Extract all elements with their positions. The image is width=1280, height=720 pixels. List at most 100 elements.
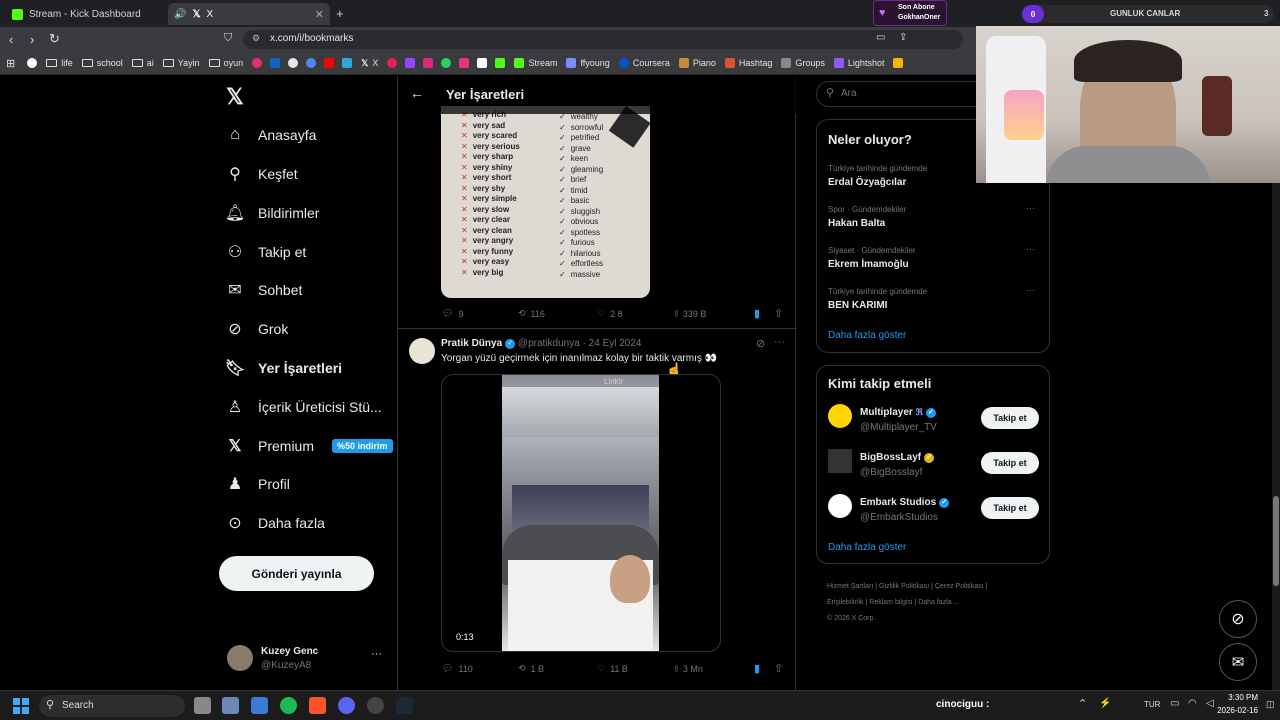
avatar[interactable]: [828, 404, 852, 428]
clock-date[interactable]: 2026-02-16: [1208, 706, 1258, 715]
post-date[interactable]: · 24 Eyl 2024: [583, 338, 642, 349]
sidebar-item-notifications[interactable]: 🔔︎ Bildirimler: [225, 204, 320, 222]
photos-icon[interactable]: [251, 697, 268, 714]
grok-explain-icon[interactable]: ⊘: [756, 337, 765, 350]
sidebar-item-bookmarks[interactable]: 🔖︎ Yer İşaretleri: [225, 359, 342, 377]
network-icon[interactable]: ⚡: [1099, 698, 1111, 709]
bookmark-school[interactable]: school: [81, 58, 123, 68]
task-view-icon[interactable]: [194, 697, 211, 714]
bookmark-piano[interactable]: Piano: [678, 58, 716, 68]
app-icon[interactable]: [222, 697, 239, 714]
taskbar-search[interactable]: ⚲ Search: [39, 695, 185, 717]
back-arrow-icon[interactable]: ←: [410, 85, 424, 101]
more-dots-icon[interactable]: ···: [371, 648, 382, 660]
close-tab-icon[interactable]: ✕: [315, 8, 324, 21]
bookmark-google[interactable]: [27, 58, 38, 68]
grok-float-button[interactable]: ⊘: [1219, 600, 1257, 638]
author-name[interactable]: Pratik Dünya: [441, 338, 502, 349]
new-tab-button[interactable]: +: [336, 6, 344, 21]
bookmark-button[interactable]: ▮: [754, 662, 760, 675]
obs-icon[interactable]: [367, 697, 384, 714]
bookmark-oyun[interactable]: oyun: [208, 58, 243, 68]
follow-button[interactable]: Takip et: [981, 407, 1039, 429]
more-dots-icon[interactable]: ···: [1026, 285, 1035, 295]
footer-link[interactable]: Erişilebilirlik: [827, 599, 864, 606]
url-field[interactable]: ⚙ x.com/i/bookmarks: [243, 30, 963, 49]
sidebar-item-profile[interactable]: ♟ Profil: [226, 475, 290, 493]
bookmark-coursera[interactable]: Coursera: [618, 58, 670, 68]
like-button[interactable]: ♡ 2 8: [597, 308, 623, 319]
reply-button[interactable]: 💬︎ 110: [442, 663, 473, 674]
share-icon[interactable]: ⇪: [899, 32, 907, 43]
chevron-up-icon[interactable]: ⌃: [1078, 697, 1087, 710]
sidebar-item-home[interactable]: ⌂ Anasayfa: [226, 126, 316, 144]
screen-icon[interactable]: ▭: [876, 32, 885, 43]
bookmark-stream[interactable]: Stream: [514, 58, 557, 68]
avatar[interactable]: [409, 338, 435, 364]
footer-link[interactable]: Reklam bilgisi: [869, 599, 912, 606]
bookmark-ffyoung[interactable]: ffyoung: [566, 58, 610, 68]
wifi-icon[interactable]: ◠: [1188, 698, 1197, 709]
windows-start-icon[interactable]: [13, 698, 29, 714]
share-button[interactable]: ⇧: [774, 307, 783, 320]
more-dots-icon[interactable]: ···: [1026, 203, 1035, 213]
sidebar-item-follow[interactable]: ⚇ Takip et: [226, 243, 306, 261]
sidebar-item-chat[interactable]: ✉ Sohbet: [226, 281, 302, 299]
sidebar-item-creator-studio[interactable]: ♙ İçerik Üreticisi Stü...: [226, 398, 382, 416]
sidebar-item-grok[interactable]: ⊘ Grok: [226, 320, 288, 338]
follow-button[interactable]: Takip et: [981, 452, 1039, 474]
tab-kick-dashboard[interactable]: Stream - Kick Dashboard: [6, 3, 168, 25]
back-icon[interactable]: ‹: [9, 32, 13, 47]
bookmark-life[interactable]: life: [46, 58, 73, 68]
post-image[interactable]: ✕ very rich ✕ very sad ✕ very scared ✕ very ser…: [441, 106, 650, 298]
discord-icon[interactable]: [338, 697, 355, 714]
footer-link[interactable]: Gizlilik Politikası: [879, 583, 929, 590]
drive-icon[interactable]: [893, 58, 904, 68]
trend-item[interactable]: Spor · Gündemdekiler Hakan Balta ···: [828, 203, 1038, 229]
show-more-link[interactable]: Daha fazla göster: [828, 542, 906, 553]
sidebar-item-explore[interactable]: ⚲ Keşfet: [226, 165, 298, 183]
repost-button[interactable]: ⟲ 1 B: [518, 663, 544, 674]
post-button[interactable]: Gönderi yayınla: [219, 556, 374, 591]
like-button[interactable]: ♡ 11 B: [597, 663, 628, 674]
follow-name-line[interactable]: Multiplayer ℜ ✓: [860, 407, 936, 418]
messages-float-button[interactable]: ✉: [1219, 643, 1257, 681]
trend-item[interactable]: Siyaset · Gündemdekiler Ekrem İmamoğlu ·…: [828, 244, 1038, 270]
account-switcher[interactable]: Kuzey Genc @KuzeyA8 ···: [227, 644, 382, 674]
footer-link[interactable]: Hizmet Şartları: [827, 583, 873, 590]
brave-icon[interactable]: [309, 697, 326, 714]
bookmark-page-icon[interactable]: ⛉: [224, 32, 232, 45]
display-icon[interactable]: ▭: [1170, 698, 1179, 709]
bookmark-groups[interactable]: Groups: [781, 58, 825, 68]
trend-item[interactable]: Türkiye tarihinde gündemde BEN KARIMI ··…: [828, 285, 1038, 311]
bookmark-ai[interactable]: ai: [131, 58, 154, 68]
sidebar-item-premium[interactable]: 𝕏 Premium %50 indirim: [226, 437, 393, 455]
post-video[interactable]: Linktr 0:13: [441, 374, 721, 652]
avatar[interactable]: [828, 494, 852, 518]
reply-button[interactable]: 💬︎ 9: [442, 308, 463, 319]
follow-name-line[interactable]: Embark Studios ✓: [860, 497, 950, 508]
sidebar-item-more[interactable]: ⊙ Daha fazla: [226, 514, 325, 532]
bookmark-lightshot[interactable]: Lightshot: [833, 58, 884, 68]
views-button[interactable]: ⫾ 3 Mn: [675, 663, 703, 674]
steam-icon[interactable]: [396, 697, 413, 714]
follow-button[interactable]: Takip et: [981, 497, 1039, 519]
clock-time[interactable]: 3:30 PM: [1218, 693, 1258, 702]
footer-link[interactable]: Çerez Politikası: [935, 583, 984, 590]
bookmark-icons-group-2[interactable]: [387, 58, 506, 68]
views-button[interactable]: ⫾ 339 B: [675, 308, 706, 319]
share-button[interactable]: ⇧: [774, 662, 783, 675]
tab-x[interactable]: 🔊 𝕏 X ✕: [168, 3, 330, 25]
spotify-icon[interactable]: [280, 697, 297, 714]
bookmark-hashtag[interactable]: Hashtag: [724, 58, 772, 68]
bookmark-yayin[interactable]: Yayin: [162, 58, 200, 68]
x-logo-icon[interactable]: 𝕏: [226, 84, 244, 110]
author-handle[interactable]: @pratikdunya: [518, 338, 580, 349]
reload-icon[interactable]: ↻: [49, 31, 60, 47]
more-dots-icon[interactable]: ···: [774, 336, 785, 348]
notification-icon[interactable]: ◫: [1266, 699, 1275, 710]
apps-grid-icon[interactable]: ⊞: [6, 57, 15, 70]
language-indicator[interactable]: TUR: [1144, 700, 1160, 709]
show-more-link[interactable]: Daha fazla göster: [828, 330, 906, 341]
bookmark-button[interactable]: ▮: [754, 307, 760, 320]
